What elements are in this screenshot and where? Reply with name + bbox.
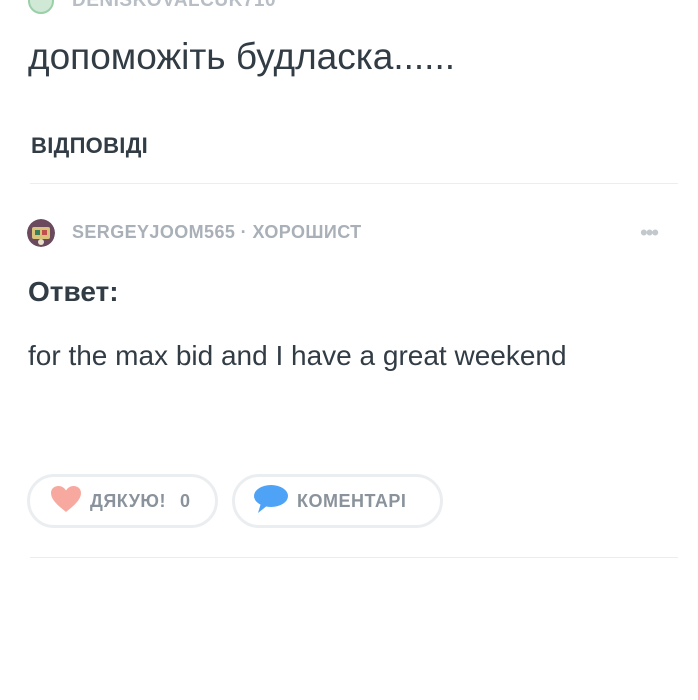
question-text: допоможіть будласка...... [28, 36, 456, 77]
answer-author-rank: ХОРОШИСТ [252, 222, 362, 242]
answer-author-avatar[interactable] [27, 219, 55, 247]
answer-author-name[interactable]: SERGEYJOOM565 [72, 222, 235, 242]
comments-label: КОМЕНТАРІ [297, 490, 407, 511]
avatar-image [27, 219, 55, 247]
question-author-name[interactable]: DENISKOVALCUK710 [72, 0, 276, 12]
comment-bubble-icon [253, 484, 289, 519]
answers-divider [30, 183, 678, 184]
answer-meta: SERGEYJOOM565 · ХОРОШИСТ [72, 222, 362, 243]
question-author-avatar[interactable] [28, 0, 54, 14]
answer-label: Ответ: [28, 276, 119, 307]
answer-text: for the max bid and I have a great weeke… [28, 340, 567, 371]
thanks-label: ДЯКУЮ! [90, 490, 166, 511]
meta-separator: · [235, 222, 253, 242]
answer-bottom-divider [30, 557, 678, 558]
thanks-button[interactable]: ДЯКУЮ! 0 [27, 474, 218, 528]
more-options-icon[interactable]: ••• [640, 220, 659, 246]
answers-section-title: ВІДПОВІДІ [31, 133, 149, 158]
thanks-count: 0 [179, 490, 190, 511]
comments-button[interactable]: КОМЕНТАРІ [232, 474, 443, 528]
heart-icon [50, 485, 82, 518]
